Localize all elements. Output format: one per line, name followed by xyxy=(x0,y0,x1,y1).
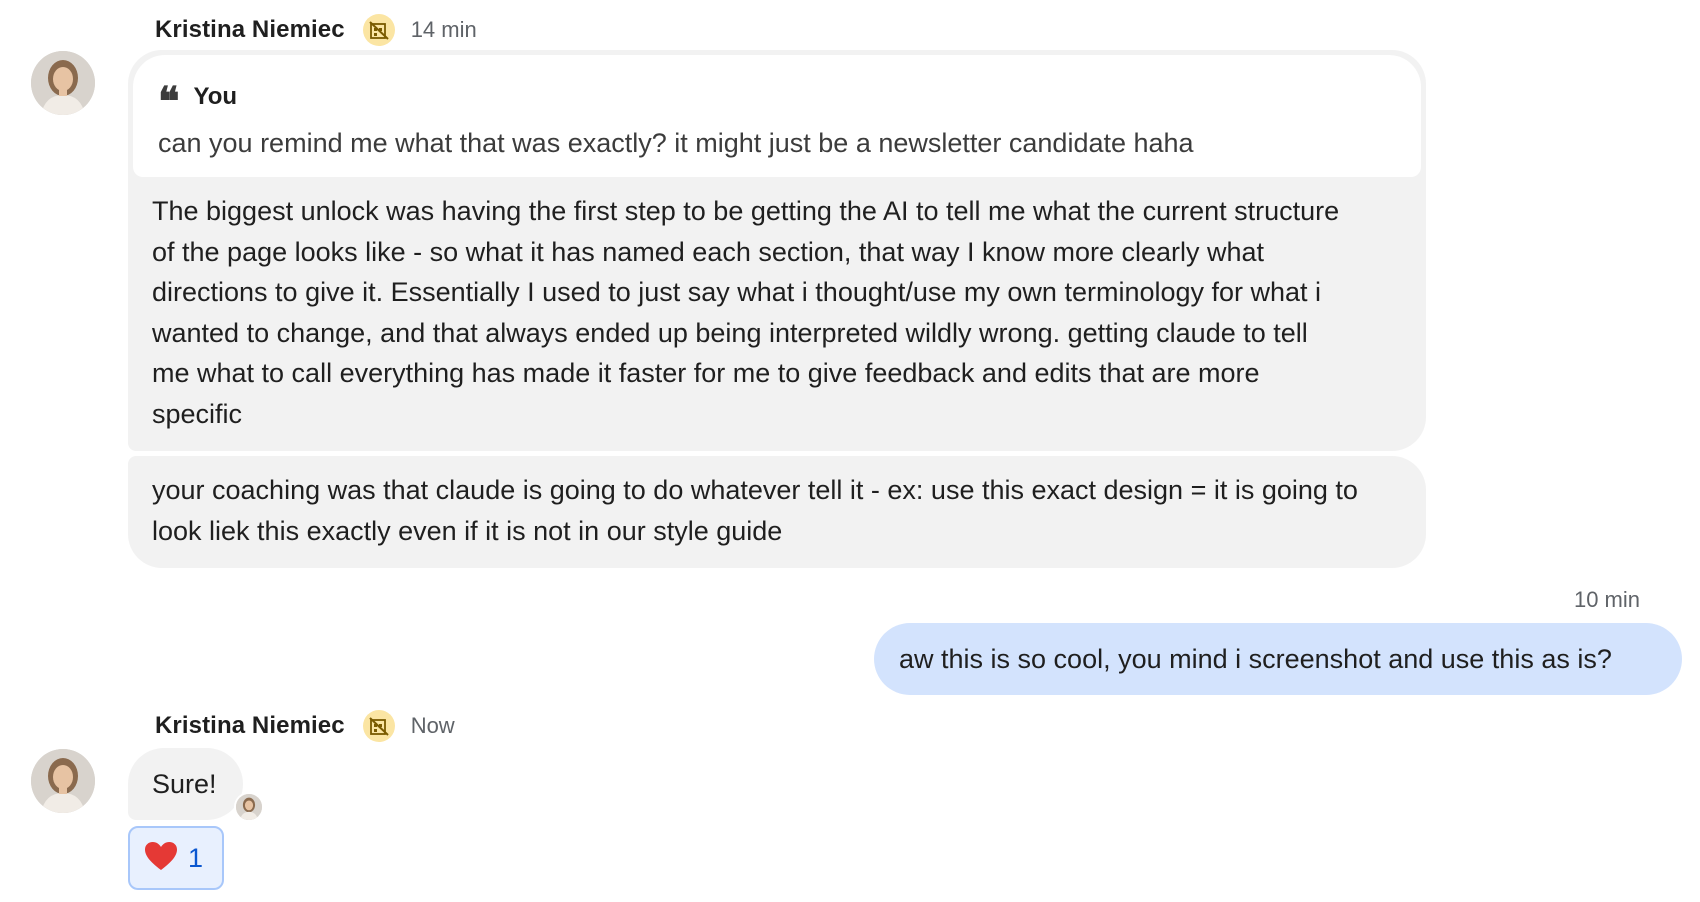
external-user-badge-icon[interactable] xyxy=(362,710,395,742)
message-time: 14 min xyxy=(410,17,477,42)
quote-header: ❝ You xyxy=(158,77,238,126)
own-message-bubble[interactable]: aw this is so cool, you mind i screensho… xyxy=(874,623,1682,695)
external-user-badge-icon[interactable] xyxy=(362,14,395,46)
chat-thread: Kristina Niemiec 14 min ❝ You can you re… xyxy=(0,0,1700,902)
read-receipt-avatar xyxy=(234,792,264,822)
message-text: Sure! xyxy=(152,769,217,799)
message-time: Now xyxy=(410,713,455,738)
message-header: Kristina Niemiec Now xyxy=(155,706,455,746)
quote-author: You xyxy=(193,83,238,110)
quoted-message[interactable]: ❝ You can you remind me what that was ex… xyxy=(133,55,1421,177)
reaction-count: 1 xyxy=(188,842,204,873)
message-bubble[interactable]: Sure! xyxy=(128,748,243,820)
avatar[interactable] xyxy=(31,51,95,115)
quote-icon: ❝ xyxy=(158,78,180,126)
message-bubble[interactable]: your coaching was that claude is going t… xyxy=(128,456,1426,568)
message-time: 10 min xyxy=(1573,587,1640,612)
message-header: Kristina Niemiec 14 min xyxy=(155,10,477,50)
reaction-chip[interactable]: 1 xyxy=(128,826,224,890)
message-text: aw this is so cool, you mind i screensho… xyxy=(899,644,1612,674)
message-bubble[interactable]: ❝ You can you remind me what that was ex… xyxy=(128,50,1426,451)
avatar[interactable] xyxy=(31,749,95,813)
message-text: your coaching was that claude is going t… xyxy=(152,475,1358,546)
quote-text: can you remind me what that was exactly?… xyxy=(158,128,1194,158)
sender-name[interactable]: Kristina Niemiec xyxy=(155,16,345,44)
message-text: The biggest unlock was having the first … xyxy=(152,196,1340,429)
sender-name[interactable]: Kristina Niemiec xyxy=(155,712,345,740)
heart-icon xyxy=(144,841,178,876)
